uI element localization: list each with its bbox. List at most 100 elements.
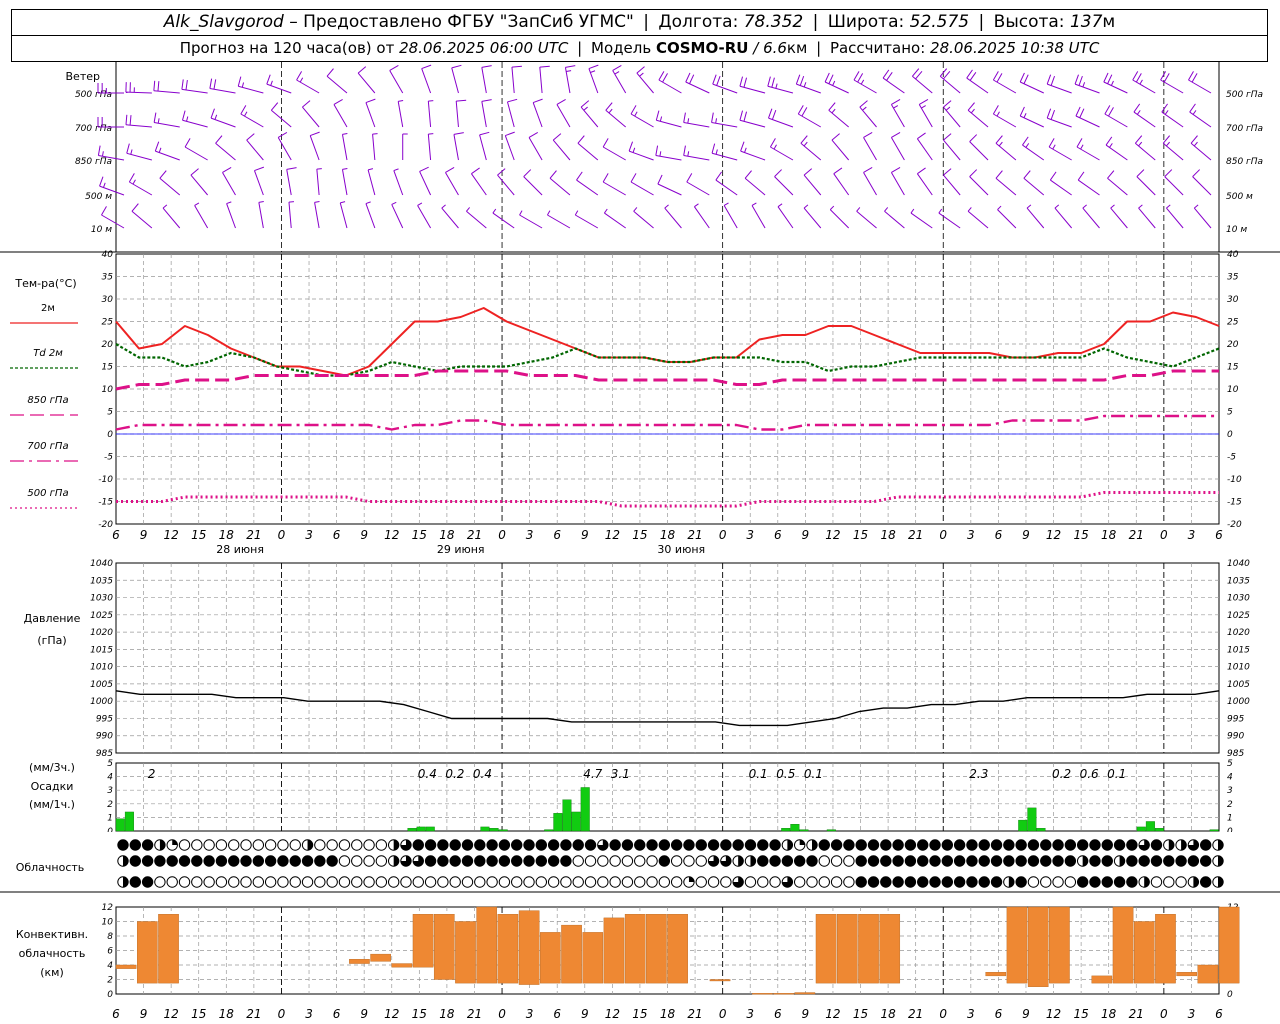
cloud-circle — [129, 876, 142, 888]
cloud-symbol — [843, 876, 855, 888]
cloud-circle — [560, 839, 572, 851]
cloud-circle — [351, 876, 363, 888]
wind-barb — [633, 207, 654, 229]
cloud-symbol — [191, 855, 203, 867]
wind-barb — [1046, 108, 1072, 128]
cloud-circle — [511, 876, 523, 888]
conv-bar — [646, 914, 667, 984]
wind-barb — [856, 207, 877, 229]
wind-barb-staff — [222, 172, 236, 196]
wind-barb-feather — [299, 77, 304, 83]
cloud-circle — [867, 839, 880, 851]
wind-barb-feather — [1046, 74, 1052, 85]
precip-bar — [562, 799, 572, 832]
wind-barb-feather — [614, 71, 620, 75]
cloud-symbol — [1126, 839, 1138, 851]
wind-barb-staff — [1105, 144, 1128, 161]
cloud-circle — [375, 839, 388, 851]
time-tick-label: 3 — [746, 528, 754, 542]
cloud-circle — [191, 855, 203, 867]
wind-barb-feather — [716, 75, 721, 86]
wind-barb-staff — [577, 142, 599, 161]
conv-bar — [115, 964, 137, 969]
wind-barb-feather — [687, 151, 690, 157]
cloud-symbol — [1138, 855, 1150, 867]
cloud-symbol — [843, 855, 855, 867]
cloud-symbol — [252, 876, 265, 888]
cloud-circle — [1015, 839, 1027, 851]
wind-title: Ветер — [66, 70, 100, 83]
wind-barb-feather — [481, 65, 492, 68]
cloud-symbol — [646, 855, 658, 867]
wind-barb-feather — [1104, 105, 1111, 115]
cloud-circle — [1101, 876, 1113, 888]
cloud-symbol — [621, 855, 634, 867]
precip-bar — [1018, 819, 1028, 832]
wind-level-label-right: 700 гПа — [1226, 124, 1263, 134]
precip-bar — [480, 826, 490, 832]
cloud-symbol — [511, 876, 523, 888]
cloud-symbol — [228, 839, 240, 851]
cloud-circle — [978, 876, 990, 888]
cloud-symbol — [646, 839, 658, 851]
wind-barb — [125, 82, 152, 94]
wind-barb — [574, 210, 599, 229]
precip-total-label: 4.7 — [583, 767, 602, 781]
cloud-circle — [141, 839, 154, 851]
time-tick-label: 21 — [246, 528, 261, 542]
cloud-circle — [486, 855, 498, 867]
wind-barb-feather — [182, 110, 186, 121]
wind-barb-feather — [565, 65, 576, 68]
wind-barb-feather — [712, 74, 717, 85]
wind-barb-staff — [686, 181, 710, 196]
time-tick-label-bottom: 12 — [384, 1007, 399, 1021]
precip-bar — [1154, 828, 1165, 832]
wind-barb — [210, 108, 236, 128]
cloud-circle — [990, 855, 1003, 867]
cloud-circle — [400, 876, 412, 888]
wind-barb-staff — [969, 141, 989, 161]
cloud-symbol — [412, 839, 424, 851]
precip-ytick-right: 5 — [1227, 759, 1233, 769]
wind-barb-feather — [832, 80, 836, 86]
cloud-symbol — [178, 876, 191, 888]
cloud-symbol — [486, 876, 498, 888]
pressure-ytick-right: 1015 — [1227, 645, 1250, 655]
wind-barb — [1076, 138, 1100, 161]
precip-bar — [571, 811, 581, 832]
cloud-symbol — [535, 839, 548, 851]
cloud-circle — [240, 839, 252, 851]
conv-title-line1: Конвективн. — [16, 928, 88, 941]
cloud-circle — [486, 876, 498, 888]
wind-barb-staff — [824, 81, 849, 94]
cloud-circle — [966, 855, 978, 867]
cloud-symbol — [1052, 855, 1064, 867]
cloud-circle — [1199, 855, 1212, 867]
cloud-circle — [830, 855, 843, 867]
wind-barb-feather — [1136, 110, 1141, 115]
cloud-circle — [412, 876, 424, 888]
cloud-symbol — [498, 839, 511, 851]
cloud-symbol — [683, 855, 695, 867]
time-tick-label-bottom: 15 — [853, 1007, 868, 1021]
conv-ytick-right: 0 — [1227, 990, 1233, 1000]
wind-barb — [182, 110, 208, 128]
wind-barb — [739, 76, 766, 94]
wind-barb — [863, 132, 877, 161]
cloud-symbol — [793, 876, 806, 888]
cloud-symbol — [277, 876, 289, 888]
wind-barb-staff — [511, 67, 515, 94]
wind-barb — [1132, 71, 1156, 94]
wind-barb — [523, 169, 543, 196]
cloud-circle — [535, 855, 548, 867]
cloud-symbol — [1027, 839, 1040, 851]
wind-barb — [445, 167, 459, 196]
wind-barb-feather — [911, 68, 920, 77]
cloud-circle — [781, 855, 794, 867]
cloud-symbol — [597, 876, 609, 888]
wind-barb-feather — [1022, 136, 1029, 146]
cloud-symbol — [314, 876, 326, 888]
precip-total-label: 2.3 — [969, 767, 988, 781]
wind-barb — [302, 100, 320, 128]
wind-barb-staff — [1077, 179, 1100, 196]
